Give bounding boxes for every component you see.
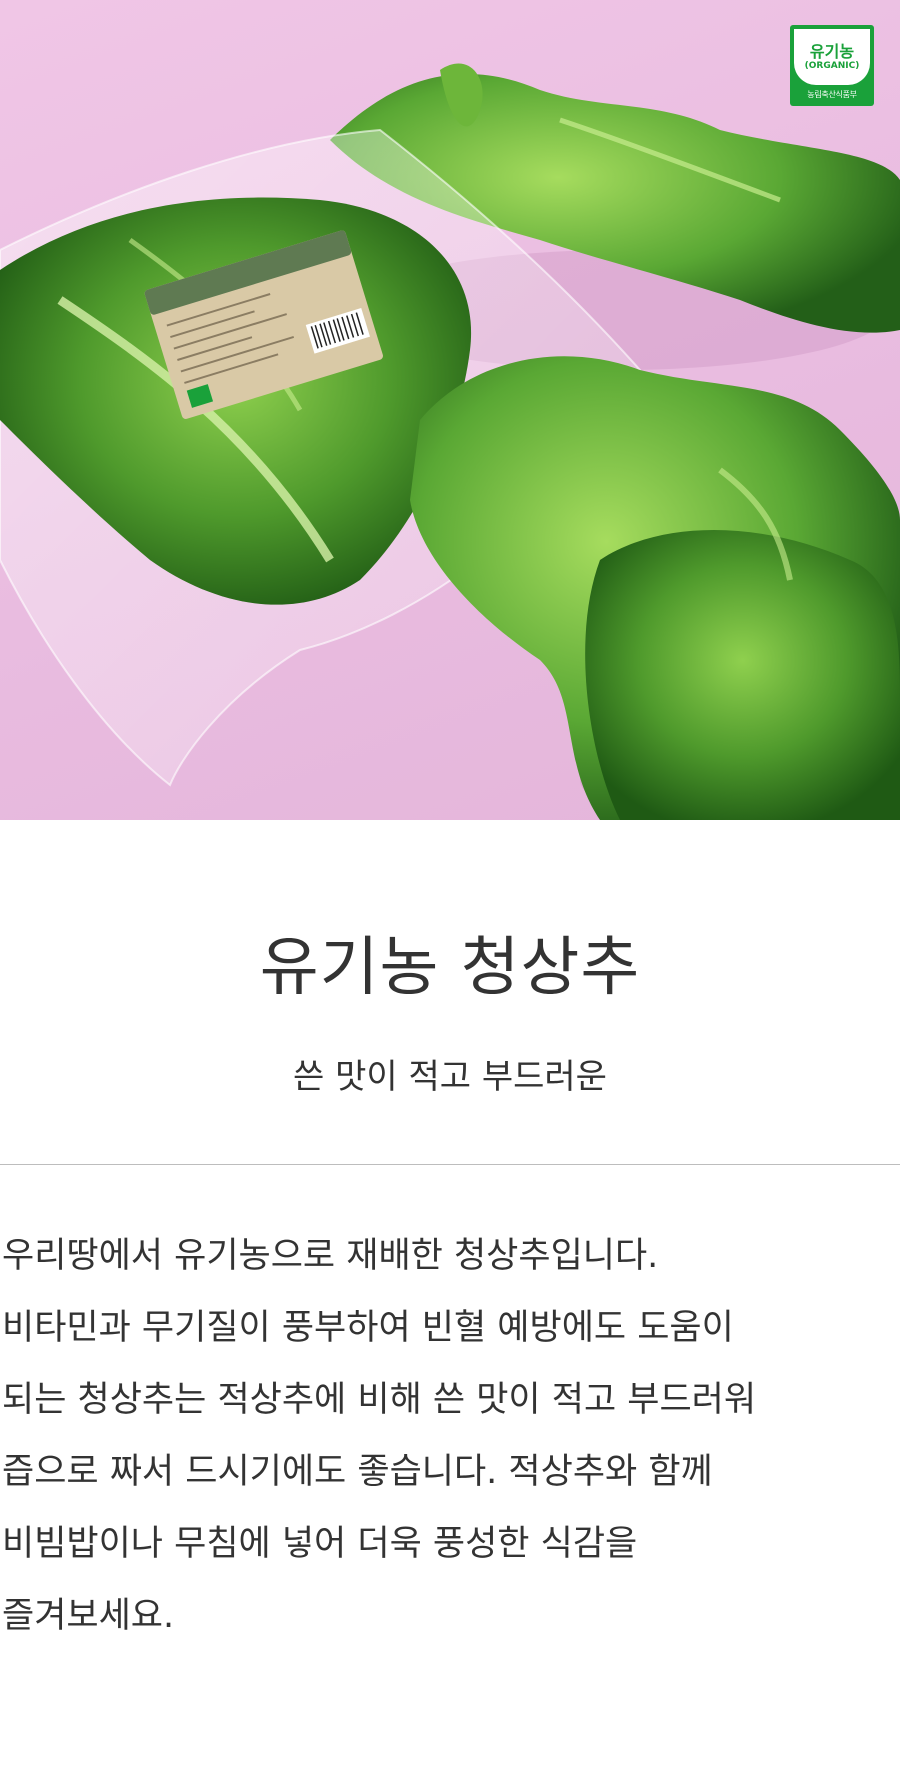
- badge-subtitle: (ORGANIC): [804, 60, 860, 71]
- organic-certification-badge: 유기농 (ORGANIC) 농림축산식품부: [790, 25, 874, 106]
- badge-footer: 농림축산식품부: [807, 90, 857, 99]
- section-divider: [0, 1164, 900, 1165]
- lettuce-photo: [0, 63, 900, 820]
- description-line: 즙으로 짜서 드시기에도 좋습니다. 적상추와 함께: [2, 1452, 713, 1492]
- product-title: 유기농 청상추: [259, 931, 641, 1005]
- product-subtitle: 쓴 맛이 적고 부드러운: [293, 1057, 607, 1097]
- description-line: 비타민과 무기질이 풍부하여 빈혈 예방에도 도움이: [2, 1308, 734, 1348]
- description-line: 되는 청상추는 적상추에 비해 쓴 맛이 적고 부드러워: [2, 1380, 757, 1420]
- description-line: 우리땅에서 유기농으로 재배한 청상추입니다.: [2, 1236, 659, 1276]
- description-line: 비빔밥이나 무침에 넣어 더욱 풍성한 식감을: [2, 1524, 638, 1564]
- product-description: 우리땅에서 유기농으로 재배한 청상추입니다. 비타민과 무기질이 풍부하여 빈…: [2, 1220, 898, 1652]
- badge-title: 유기농: [809, 41, 855, 61]
- hero-section: 유기농 (ORGANIC) 농림축산식품부: [0, 0, 900, 820]
- description-line: 즐겨보세요.: [2, 1596, 175, 1636]
